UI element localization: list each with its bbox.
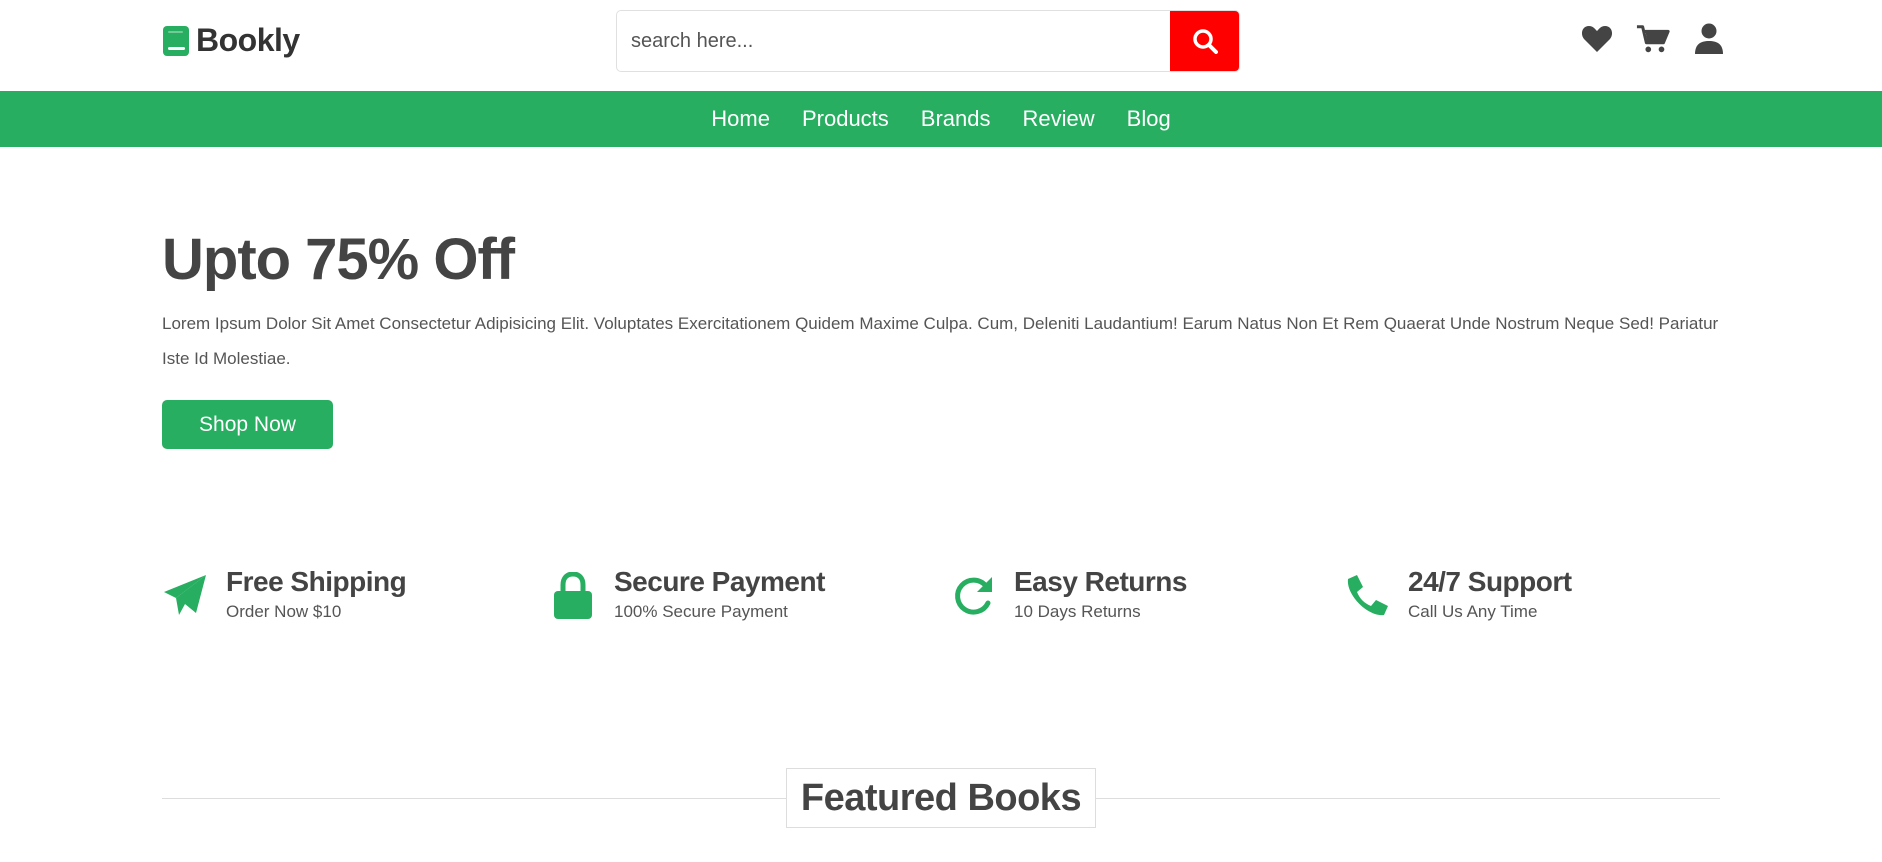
hero-description: Lorem Ipsum Dolor Sit Amet Consectetur A… [162,314,1719,368]
nav-products[interactable]: Products [802,106,889,132]
nav-brands[interactable]: Brands [921,106,991,132]
feature-title: Easy Returns [1014,566,1187,597]
feature-subtitle: 10 Days Returns [1014,602,1141,621]
cart-button[interactable] [1636,22,1670,56]
feature-subtitle: 100% Secure Payment [614,602,788,621]
book-icon [163,25,189,56]
section-heading: Featured Books [786,768,1096,828]
cart-icon [1636,25,1670,53]
feature-secure-payment: Secure Payment 100% Secure Payment [550,566,825,622]
feature-subtitle: Order Now $10 [226,602,342,621]
hero-title: Upto 75% Off [162,227,515,292]
account-button[interactable] [1692,22,1726,56]
features-row: Free Shipping Order Now $10 Secure Payme… [162,566,1722,636]
main-nav: Home Products Brands Review Blog [0,91,1882,147]
phone-icon [1344,570,1390,622]
header: Bookly [0,0,1882,91]
page: Bookly search here... Home Products Bran… [0,0,1882,862]
feature-title: 24/7 Support [1408,566,1572,597]
search-form [616,10,1240,72]
redo-icon [950,570,996,622]
feature-easy-returns: Easy Returns 10 Days Returns [950,566,1187,622]
lock-icon [550,570,596,622]
user-icon [1695,23,1723,54]
feature-support: 24/7 Support Call Us Any Time [1344,566,1572,622]
nav-blog[interactable]: Blog [1127,106,1171,132]
feature-subtitle: Call Us Any Time [1408,602,1538,621]
heart-icon [1581,26,1613,52]
search-button[interactable] [1170,11,1239,71]
feature-free-shipping: Free Shipping Order Now $10 [162,566,407,622]
search-input[interactable] [617,11,1170,71]
header-icons [1580,22,1726,56]
nav-home[interactable]: Home [711,106,770,132]
feature-title: Free Shipping [226,566,407,597]
feature-title: Secure Payment [614,566,825,597]
paper-plane-icon [162,570,208,622]
brand-name: Bookly [196,22,300,58]
wishlist-button[interactable] [1580,22,1614,56]
shop-now-button[interactable]: Shop Now [162,400,333,449]
search-icon [1192,29,1218,54]
nav-review[interactable]: Review [1023,106,1095,132]
brand-logo[interactable]: Bookly [162,22,300,59]
